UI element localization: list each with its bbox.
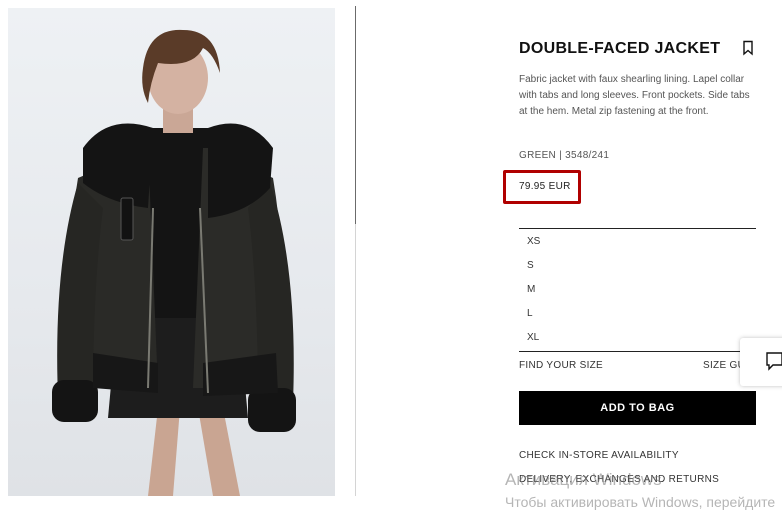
size-option-xs[interactable]: XS <box>527 236 540 247</box>
model-wearing-jacket-illustration <box>52 29 296 496</box>
product-description: Fabric jacket with faux shearling lining… <box>519 74 750 117</box>
add-to-bag-button[interactable]: ADD TO BAG <box>519 391 756 425</box>
chat-icon <box>766 352 782 371</box>
bookmark-icon[interactable] <box>741 40 755 56</box>
product-title: DOUBLE-FACED JACKET <box>519 40 721 57</box>
gallery-divider <box>355 224 356 496</box>
size-option-l[interactable]: L <box>527 308 533 319</box>
gallery-scrollbar[interactable] <box>355 6 356 224</box>
chat-button[interactable] <box>740 338 782 386</box>
product-image[interactable] <box>8 8 335 496</box>
product-color-reference: GREEN | 3548/241 <box>519 150 610 161</box>
size-option-xl[interactable]: XL <box>527 332 539 343</box>
check-in-store-link[interactable]: CHECK IN-STORE AVAILABILITY <box>519 450 679 461</box>
windows-watermark-title: Активация Windows <box>505 470 662 489</box>
size-guide-link[interactable]: SIZE GU <box>703 360 745 371</box>
find-your-size-link[interactable]: FIND YOUR SIZE <box>519 360 603 371</box>
size-selector: XS S M L XL <box>519 228 756 352</box>
size-option-s[interactable]: S <box>527 260 534 271</box>
size-option-m[interactable]: M <box>527 284 535 295</box>
product-price: 79.95 EUR <box>519 181 571 192</box>
